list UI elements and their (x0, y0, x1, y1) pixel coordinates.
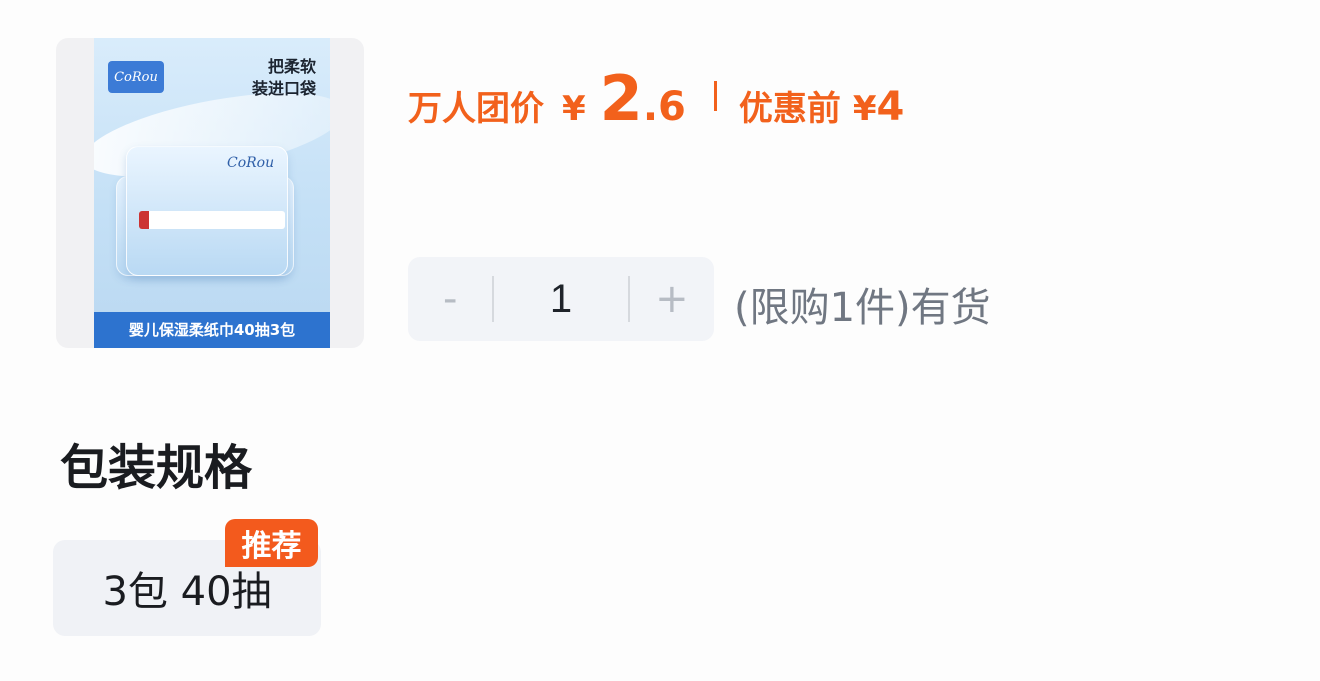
slogan-line-2: 装进口袋 (251, 79, 316, 98)
group-price-label: 万人团价 (408, 89, 544, 129)
original-price-currency: ¥ (852, 89, 877, 129)
price-divider (713, 81, 717, 111)
product-thumbnail[interactable]: CoRou 把柔软 装进口袋 CoRou 婴儿保湿柔纸巾40抽3包 (94, 38, 330, 348)
increment-button[interactable]: + (630, 257, 714, 341)
spec-section-title: 包装规格 (60, 440, 253, 496)
original-price-value: 4 (876, 84, 905, 130)
group-price-currency: ¥ (562, 89, 586, 129)
tissue-pack-front: CoRou (126, 146, 288, 276)
pack-label (139, 211, 285, 229)
price-row: 万人团价 ¥ 2 .6 优惠前 ¥ 4 (408, 62, 904, 135)
slogan-line-1: 把柔软 (267, 57, 316, 76)
product-caption: 婴儿保湿柔纸巾40抽3包 (94, 312, 330, 348)
product-slogan: 把柔软 装进口袋 (252, 56, 316, 100)
stock-status: (限购1件)有货 (734, 285, 991, 331)
recommended-badge: 推荐 (225, 519, 318, 567)
group-price-decimal: .6 (642, 84, 686, 130)
original-price-label: 优惠前 (738, 89, 841, 129)
decrement-button[interactable]: - (408, 257, 492, 341)
quantity-value[interactable]: 1 (494, 277, 627, 322)
brand-logo: CoRou (108, 61, 164, 93)
quantity-stepper: - 1 + (408, 257, 714, 341)
pack-brand-logo: CoRou (227, 155, 275, 171)
group-price-integer: 2 (599, 62, 643, 135)
